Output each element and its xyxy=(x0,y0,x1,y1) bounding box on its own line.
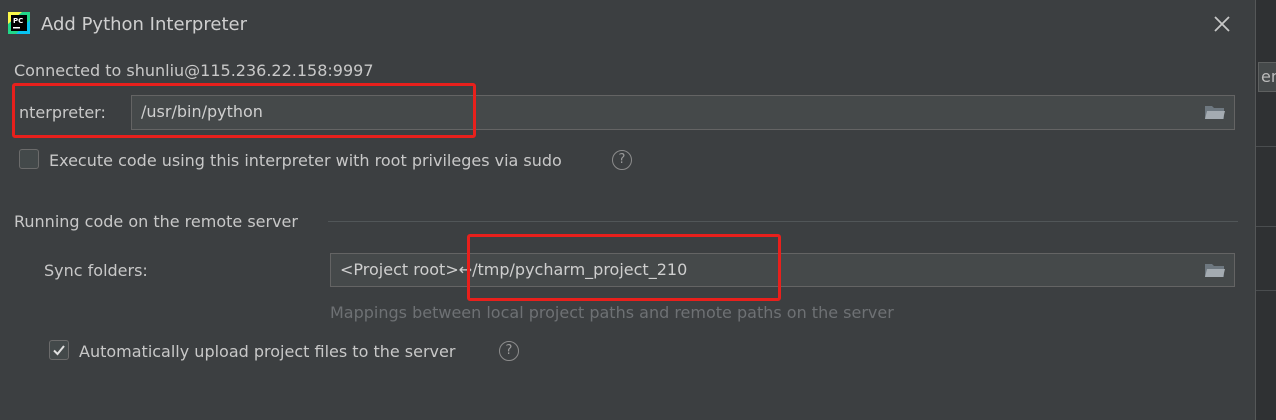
dialog-title: Add Python Interpreter xyxy=(41,14,247,35)
sudo-checkbox[interactable] xyxy=(19,149,39,169)
auto-upload-checkbox[interactable] xyxy=(49,340,69,360)
interpreter-path-field[interactable]: /usr/bin/python xyxy=(131,95,1235,130)
section-title: Running code on the remote server xyxy=(14,212,298,231)
title-bar[interactable]: PC Add Python Interpreter xyxy=(0,0,1256,48)
background-window: env xyxy=(1256,0,1276,420)
divider xyxy=(1256,290,1276,291)
sync-folders-field[interactable]: <Project root>↔/tmp/pycharm_project_210 xyxy=(330,253,1235,287)
interpreter-path-value: /usr/bin/python xyxy=(141,102,263,121)
help-icon[interactable]: ? xyxy=(499,341,519,361)
add-python-interpreter-dialog: PC Add Python Interpreter Connected to s… xyxy=(0,0,1256,420)
divider xyxy=(1256,226,1276,227)
folder-icon[interactable] xyxy=(1204,261,1226,279)
background-partial-field: env xyxy=(1258,62,1276,92)
connection-status: Connected to shunliu@115.236.22.158:9997 xyxy=(14,61,374,80)
help-icon[interactable]: ? xyxy=(612,150,632,170)
checkmark-icon xyxy=(53,345,65,356)
sudo-label: Execute code using this interpreter with… xyxy=(49,151,562,170)
auto-upload-label: Automatically upload project files to th… xyxy=(79,342,456,361)
svg-text:PC: PC xyxy=(13,17,23,25)
sync-folders-label: Sync folders: xyxy=(44,261,148,280)
section-divider xyxy=(328,221,1238,222)
sync-folders-hint: Mappings between local project paths and… xyxy=(330,303,894,322)
close-icon[interactable] xyxy=(1210,12,1234,36)
sync-folders-value: <Project root>↔/tmp/pycharm_project_210 xyxy=(340,260,688,279)
pycharm-logo-icon: PC xyxy=(8,12,30,34)
folder-icon[interactable] xyxy=(1204,103,1226,121)
interpreter-label: nterpreter: xyxy=(19,103,106,122)
divider xyxy=(1256,146,1276,147)
